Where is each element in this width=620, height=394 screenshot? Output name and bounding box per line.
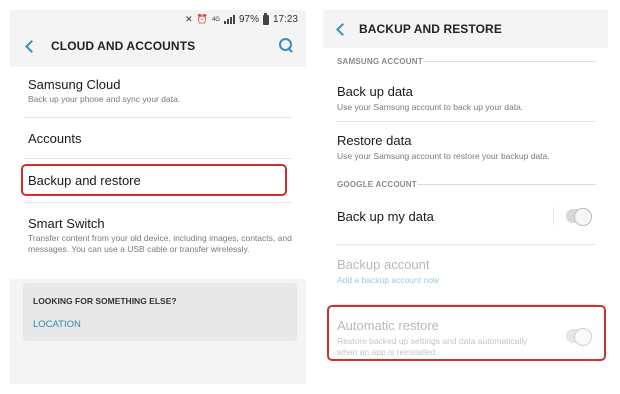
- network-icon: 4G: [211, 16, 220, 23]
- section-label-google-account: GOOGLE ACCOUNT: [337, 180, 417, 189]
- highlight-box: [21, 164, 287, 196]
- looking-title: LOOKING FOR SOMETHING ELSE?: [33, 296, 177, 306]
- back-up-my-data-toggle[interactable]: [566, 208, 592, 226]
- item-title: Back up data: [337, 84, 413, 99]
- header: BACKUP AND RESTORE: [323, 10, 608, 46]
- section-label-samsung-account: SAMSUNG ACCOUNT: [337, 57, 423, 66]
- search-icon[interactable]: [278, 37, 294, 53]
- battery-percent: 97%: [238, 14, 259, 25]
- list-item-restore-data[interactable]: Restore data Use your Samsung account to…: [323, 122, 608, 172]
- item-title: Restore data: [337, 133, 412, 148]
- alarm-icon: ⏰: [196, 14, 208, 24]
- status-bar: ✕ ⏰ 4G 97% 17:23: [10, 10, 306, 30]
- section-divider: [417, 184, 596, 185]
- list-item-backup-account: Backup account Add a backup account now: [323, 245, 608, 295]
- back-arrow-icon[interactable]: [335, 22, 347, 36]
- item-title: Smart Switch: [28, 216, 105, 231]
- header: CLOUD AND ACCOUNTS: [10, 30, 306, 60]
- item-description: Transfer content from your old device, i…: [28, 233, 292, 254]
- item-description: Back up your phone and sync your data.: [28, 94, 181, 104]
- vertical-separator: [553, 207, 554, 225]
- page-title: CLOUD AND ACCOUNTS: [51, 39, 196, 53]
- item-description: Use your Samsung account to restore your…: [337, 151, 550, 161]
- clock: 17:23: [272, 14, 298, 25]
- status-icons: ✕ ⏰ 4G 97% 17:23: [185, 12, 298, 25]
- signal-icon: [223, 15, 235, 24]
- item-title: Samsung Cloud: [28, 77, 121, 92]
- item-title: Backup account: [337, 257, 430, 272]
- item-title: Accounts: [28, 131, 82, 146]
- item-description: Add a backup account now: [337, 275, 440, 285]
- list-item-back-up-my-data[interactable]: Back up my data: [323, 196, 608, 238]
- location-link[interactable]: LOCATION: [33, 319, 81, 330]
- list-item-samsung-cloud[interactable]: Samsung Cloud Back up your phone and syn…: [10, 67, 306, 113]
- section-divider: [423, 61, 596, 62]
- list-item-smart-switch[interactable]: Smart Switch Transfer content from your …: [10, 203, 306, 269]
- page-title: BACKUP AND RESTORE: [359, 22, 502, 36]
- cloud-accounts-screen: ✕ ⏰ 4G 97% 17:23 CLOUD AND ACCOUNTS Sams…: [10, 10, 306, 384]
- mute-icon: ✕: [185, 14, 193, 24]
- looking-for-something-box: LOOKING FOR SOMETHING ELSE? LOCATION: [23, 283, 297, 341]
- back-arrow-icon[interactable]: [24, 39, 36, 53]
- list-item-accounts[interactable]: Accounts: [10, 118, 306, 158]
- backup-restore-screen: BACKUP AND RESTORE SAMSUNG ACCOUNT Back …: [323, 10, 608, 384]
- item-description: Use your Samsung account to back up your…: [337, 102, 524, 112]
- highlight-box: [327, 305, 606, 361]
- battery-icon: [262, 12, 269, 25]
- item-title: Back up my data: [337, 209, 434, 224]
- list-item-back-up-data[interactable]: Back up data Use your Samsung account to…: [323, 72, 608, 118]
